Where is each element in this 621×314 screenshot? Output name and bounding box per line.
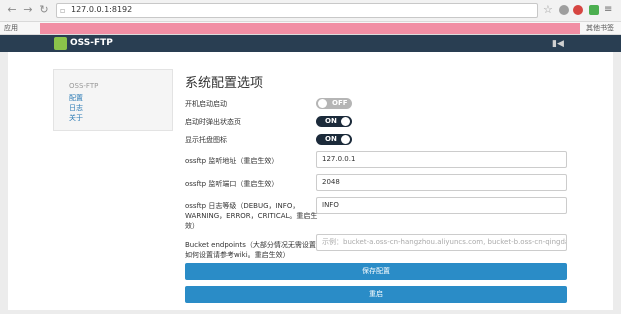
log-level-label-line1: ossftp 日志等级（DEBUG，INFO， <box>185 202 300 210</box>
bucket-endpoints-label-line2: 如何设置请参考wiki。重启生效） <box>185 251 290 259</box>
address-bar[interactable]: ▫ 127.0.0.1:8192 <box>56 3 538 18</box>
toggle-knob <box>318 99 327 108</box>
listen-port-input[interactable]: 2048 <box>316 174 567 191</box>
bookmark-other[interactable]: 其他书签 <box>586 23 614 33</box>
menu-icon[interactable]: ≡ <box>604 4 612 16</box>
log-level-label-line2: WARNING，ERROR，CRITICAL。重启生 <box>185 212 318 220</box>
sidebar-header: OSS-FTP <box>69 82 99 90</box>
browser-toolbar: ← → ↻ ▫ 127.0.0.1:8192 ☆ ≡ <box>0 0 621 22</box>
extension-icon[interactable] <box>559 5 569 15</box>
url-text: 127.0.0.1:8192 <box>71 5 133 14</box>
autostart-toggle[interactable]: OFF <box>316 98 352 109</box>
forward-arrow-icon[interactable]: → <box>22 4 34 16</box>
tray-icon-toggle[interactable]: ON <box>316 134 352 145</box>
restart-button[interactable]: 重启 <box>185 286 567 303</box>
sidebar-item-log[interactable]: 日志 <box>69 103 83 113</box>
toggle-knob <box>341 117 350 126</box>
toggle-state: OFF <box>332 99 348 107</box>
bookmark-star-icon[interactable]: ☆ <box>543 4 553 16</box>
toggle-state: ON <box>325 135 337 143</box>
sidebar-item-about[interactable]: 关于 <box>69 113 83 123</box>
listen-address-input[interactable]: 127.0.0.1 <box>316 151 567 168</box>
save-config-button[interactable]: 保存配置 <box>185 263 567 280</box>
page-content: OSS-FTP 配置 日志 关于 系统配置选项 开机启动启动 OFF 启动时弹出… <box>8 52 613 310</box>
app-logo-text: OSS-FTP <box>70 38 113 48</box>
status-popup-label: 启动时弹出状态页 <box>185 118 241 126</box>
sidebar: OSS-FTP 配置 日志 关于 <box>53 69 173 131</box>
extension-icon[interactable] <box>589 5 599 15</box>
redaction-bar <box>40 23 580 34</box>
app-header: OSS-FTP ▮◀ <box>0 35 621 52</box>
bucket-endpoints-input[interactable]: 示例：bucket-a.oss-cn-hangzhou.aliyuncs.com… <box>316 234 567 251</box>
extension-icon[interactable] <box>573 5 583 15</box>
reload-icon[interactable]: ↻ <box>38 4 50 16</box>
listen-address-label: ossftp 监听地址（重启生效） <box>185 157 279 165</box>
log-level-label-line3: 效） <box>185 222 199 230</box>
listen-port-label: ossftp 监听端口（重启生效） <box>185 180 279 188</box>
status-popup-toggle[interactable]: ON <box>316 116 352 127</box>
page-info-icon[interactable]: ▫ <box>60 6 68 15</box>
logo-icon <box>54 37 67 50</box>
browser-window: ← → ↻ ▫ 127.0.0.1:8192 ☆ ≡ 应用 其他书签 OSS-F… <box>0 0 621 314</box>
tray-icon-label: 显示托盘图标 <box>185 136 227 144</box>
bookmark-apps[interactable]: 应用 <box>4 23 18 33</box>
page-title: 系统配置选项 <box>185 76 264 91</box>
bucket-endpoints-label-line1: Bucket endpoints（大部分情况无需设置， <box>185 241 323 249</box>
back-arrow-icon[interactable]: ← <box>6 4 18 16</box>
camera-icon[interactable]: ▮◀ <box>552 39 564 49</box>
autostart-label: 开机启动启动 <box>185 100 227 108</box>
toggle-state: ON <box>325 117 337 125</box>
sidebar-item-config[interactable]: 配置 <box>69 93 83 103</box>
log-level-input[interactable]: INFO <box>316 197 567 214</box>
toggle-knob <box>341 135 350 144</box>
